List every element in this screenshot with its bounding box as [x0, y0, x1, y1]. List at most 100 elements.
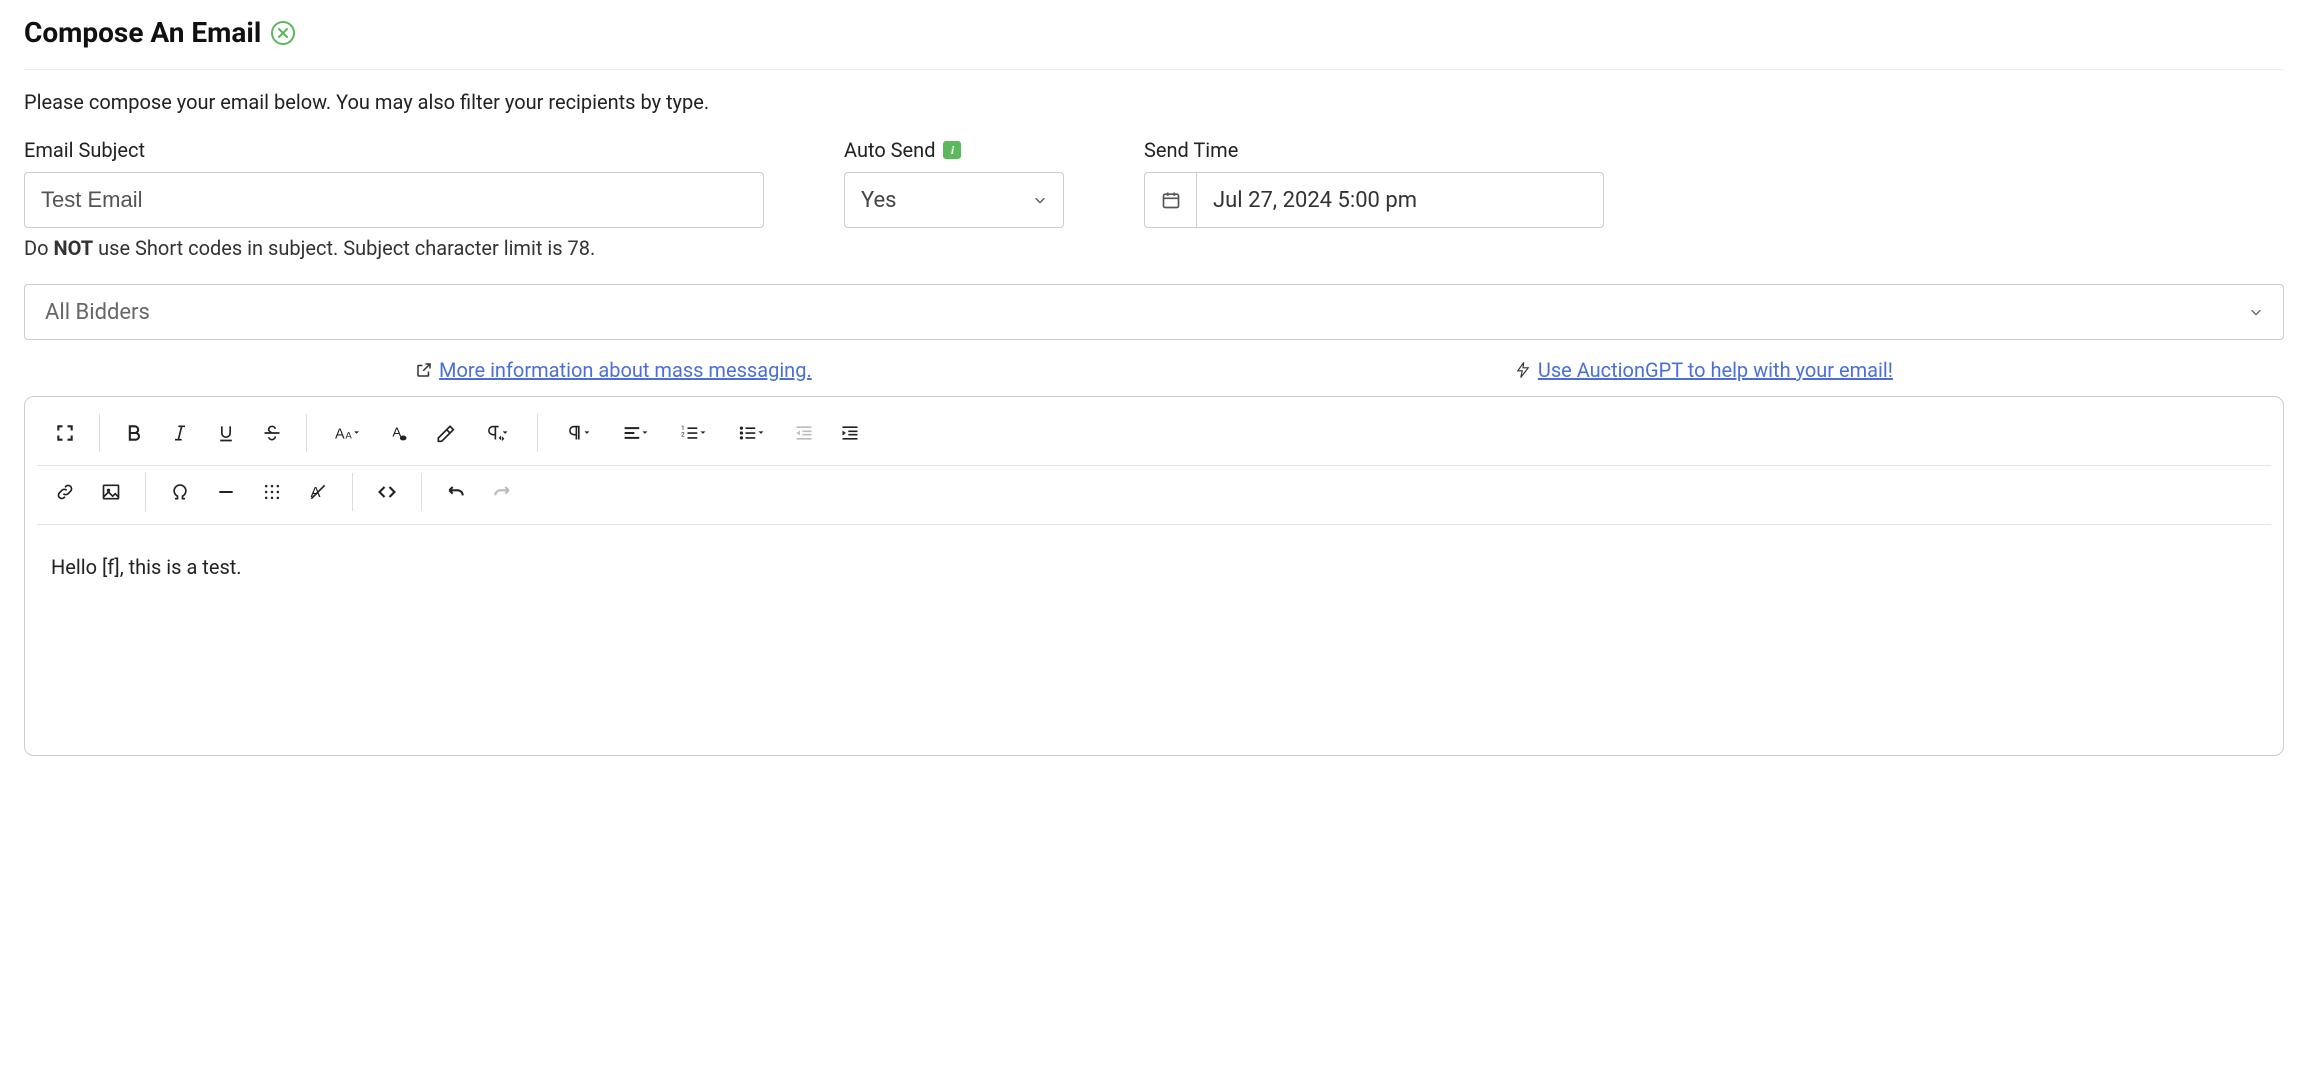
- paragraph-style-button[interactable]: [550, 413, 606, 453]
- italic-icon: [170, 423, 190, 443]
- fullscreen-button[interactable]: [43, 413, 87, 453]
- hint-post: use Short codes in subject. Subject char…: [93, 236, 595, 260]
- auctiongpt-link-group: Use AuctionGPT to help with your email!: [1514, 358, 1893, 382]
- rich-text-editor: AA A 12: [24, 396, 2284, 756]
- autosend-label: Auto Send i: [844, 138, 1064, 162]
- autosend-value: Yes: [861, 188, 897, 213]
- redo-button: [480, 472, 524, 512]
- chevron-down-icon: [2249, 305, 2263, 319]
- close-button[interactable]: [271, 21, 295, 45]
- hint-bold: NOT: [54, 236, 94, 260]
- highlight-button[interactable]: [423, 413, 467, 453]
- editor-toolbar: AA A 12: [25, 397, 2283, 524]
- table-icon: [262, 482, 282, 502]
- instructions-text: Please compose your email below. You may…: [24, 90, 2284, 114]
- insert-table-button[interactable]: [250, 472, 294, 512]
- sendtime-label: Send Time: [1144, 138, 1604, 162]
- subject-label: Email Subject: [24, 138, 764, 162]
- recipients-select[interactable]: All Bidders: [24, 284, 2284, 340]
- sendtime-input[interactable]: Jul 27, 2024 5:00 pm: [1144, 172, 1604, 228]
- font-size-button[interactable]: AA: [319, 413, 375, 453]
- code-view-button[interactable]: [365, 472, 409, 512]
- omega-icon: [170, 482, 190, 502]
- unordered-list-button[interactable]: [724, 413, 780, 453]
- strikethrough-button[interactable]: [250, 413, 294, 453]
- clear-formatting-button[interactable]: A: [296, 472, 340, 512]
- svg-text:A: A: [335, 427, 345, 443]
- info-icon[interactable]: i: [943, 141, 961, 159]
- paragraph-format-button[interactable]: [469, 413, 525, 453]
- autosend-select[interactable]: Yes: [844, 172, 1064, 228]
- link-icon: [55, 482, 75, 502]
- page-title: Compose An Email: [24, 16, 261, 49]
- outdent-icon: [794, 423, 814, 443]
- close-icon: [278, 28, 288, 38]
- toolbar-row-1: AA A 12: [37, 407, 2271, 466]
- bold-button[interactable]: [112, 413, 156, 453]
- pilcrow-icon: [565, 423, 591, 443]
- page-header: Compose An Email: [24, 16, 2284, 70]
- separator: [352, 473, 353, 511]
- editor-text: Hello [f], this is a test.: [51, 555, 242, 579]
- field-sendtime: Send Time Jul 27, 2024 5:00 pm: [1144, 138, 1604, 260]
- text-color-button[interactable]: A: [377, 413, 421, 453]
- separator: [421, 473, 422, 511]
- clear-format-icon: A: [308, 482, 328, 502]
- hint-pre: Do: [24, 236, 54, 260]
- sendtime-value: Jul 27, 2024 5:00 pm: [1197, 173, 1603, 227]
- indent-icon: [840, 423, 860, 443]
- horizontal-rule-icon: [216, 482, 236, 502]
- align-button[interactable]: [608, 413, 664, 453]
- autosend-label-text: Auto Send: [844, 138, 935, 162]
- external-link-icon: [415, 361, 433, 379]
- svg-text:2: 2: [681, 430, 685, 438]
- helper-links-row: More information about mass messaging. U…: [24, 358, 2284, 396]
- recipients-value: All Bidders: [45, 300, 150, 325]
- mass-messaging-link[interactable]: More information about mass messaging.: [439, 358, 812, 382]
- svg-text:A: A: [345, 431, 352, 442]
- horizontal-rule-button[interactable]: [204, 472, 248, 512]
- auctiongpt-link[interactable]: Use AuctionGPT to help with your email!: [1538, 358, 1893, 382]
- unordered-list-icon: [739, 423, 765, 443]
- align-icon: [623, 423, 649, 443]
- italic-button[interactable]: [158, 413, 202, 453]
- paragraph-format-icon: [484, 423, 510, 443]
- chevron-down-icon: [1033, 193, 1047, 207]
- underline-button[interactable]: [204, 413, 248, 453]
- highlight-icon: [435, 423, 455, 443]
- separator: [145, 473, 146, 511]
- calendar-icon-box: [1145, 173, 1197, 227]
- subject-input[interactable]: [24, 172, 764, 228]
- separator: [99, 414, 100, 452]
- redo-icon: [492, 482, 512, 502]
- text-color-icon: A: [389, 423, 409, 443]
- underline-icon: [216, 423, 236, 443]
- editor-content-area[interactable]: Hello [f], this is a test.: [25, 525, 2283, 755]
- outdent-button: [782, 413, 826, 453]
- insert-link-button[interactable]: [43, 472, 87, 512]
- undo-button[interactable]: [434, 472, 478, 512]
- image-icon: [101, 482, 121, 502]
- special-char-button[interactable]: [158, 472, 202, 512]
- recipients-row: All Bidders: [24, 284, 2284, 340]
- fullscreen-icon: [55, 423, 75, 443]
- toolbar-row-2: A: [37, 466, 2271, 524]
- subject-hint: Do NOT use Short codes in subject. Subje…: [24, 236, 764, 260]
- separator: [306, 414, 307, 452]
- field-subject: Email Subject Do NOT use Short codes in …: [24, 138, 764, 260]
- font-size-icon: AA: [335, 423, 359, 443]
- svg-text:A: A: [392, 424, 401, 439]
- form-row: Email Subject Do NOT use Short codes in …: [24, 138, 2284, 260]
- ordered-list-button[interactable]: 12: [666, 413, 722, 453]
- insert-image-button[interactable]: [89, 472, 133, 512]
- lightning-icon: [1514, 361, 1532, 379]
- strikethrough-icon: [262, 423, 282, 443]
- field-autosend: Auto Send i Yes: [844, 138, 1064, 260]
- code-icon: [377, 482, 397, 502]
- calendar-icon: [1161, 190, 1181, 210]
- indent-button[interactable]: [828, 413, 872, 453]
- ordered-list-icon: 12: [681, 423, 707, 443]
- mass-messaging-link-group: More information about mass messaging.: [415, 358, 812, 382]
- separator: [537, 414, 538, 452]
- undo-icon: [446, 482, 466, 502]
